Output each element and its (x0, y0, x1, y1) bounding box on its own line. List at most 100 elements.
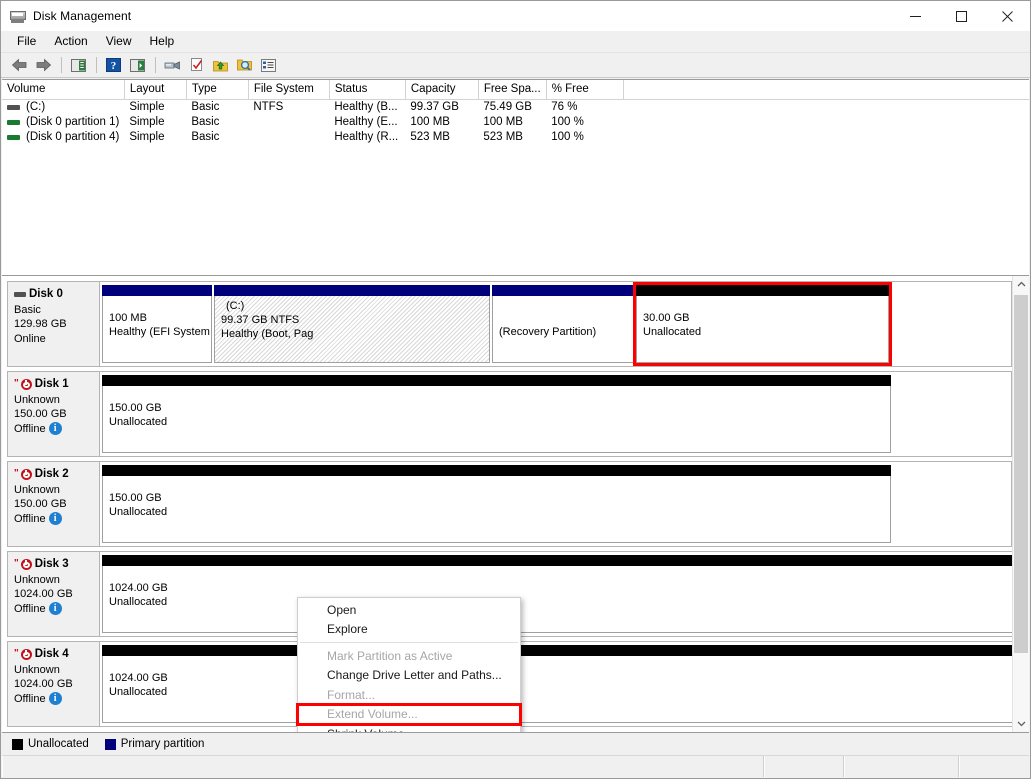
menu-file[interactable]: File (9, 32, 44, 51)
minimize-button[interactable] (892, 1, 938, 31)
partition-efi-system[interactable]: 100 MB Healthy (EFI System l (102, 285, 212, 363)
column-header-file-system[interactable]: File System (248, 80, 330, 100)
scrollbar-thumb[interactable] (1014, 295, 1028, 653)
cell-status: Healthy (R... (334, 131, 399, 143)
maximize-button[interactable] (938, 1, 984, 31)
disk-row-disk0[interactable]: Disk 0 Basic 129.98 GB Online 100 MB Hea… (7, 281, 1012, 367)
disk-title-disk0: Disk 0 (14, 287, 95, 302)
table-row[interactable]: (Disk 0 partition 1) Simple Basic Health… (2, 115, 1029, 130)
column-header-volume[interactable]: Volume (2, 80, 125, 100)
partition-unallocated-disk1[interactable]: 150.00 GB Unallocated (102, 375, 891, 453)
disk-row-disk2[interactable]: " Disk 2 Unknown 150.00 GB Offline i 150… (7, 461, 1012, 547)
disk-error-icon (20, 468, 32, 480)
volume-bar-icon (7, 104, 20, 110)
disk-row-disk1[interactable]: " Disk 1 Unknown 150.00 GB Offline i 150… (7, 371, 1012, 457)
legend-label-unallocated: Unallocated (28, 738, 89, 750)
rescan-disks-icon[interactable] (209, 55, 232, 76)
disk-info-disk4[interactable]: " Disk 4 Unknown 1024.00 GB Offline i (8, 642, 100, 726)
disk-management-window: Disk Management File Action View Help ? … (0, 0, 1031, 779)
ctx-explore[interactable]: Explore (298, 620, 520, 640)
partition-unallocated-disk3[interactable]: 1024.00 GB Unallocated (102, 555, 1012, 633)
disk-info-disk1[interactable]: " Disk 1 Unknown 150.00 GB Offline i (8, 372, 100, 456)
column-header-layout[interactable]: Layout (124, 80, 187, 100)
partition-recovery[interactable]: (Recovery Partition) (492, 285, 634, 363)
status-bar (2, 755, 1029, 777)
partition-unallocated-30gb[interactable]: 30.00 GB Unallocated (633, 282, 892, 366)
disk-name: Disk 0 (29, 288, 63, 300)
cell-free-space: 523 MB (483, 131, 523, 143)
back-icon[interactable] (8, 55, 31, 76)
show-hide-console-tree-icon[interactable] (67, 55, 90, 76)
menu-help[interactable]: Help (142, 32, 183, 51)
info-icon[interactable]: i (48, 512, 62, 526)
disk-warning-tick-icon: " (14, 378, 19, 389)
partition-context-menu: Open Explore Mark Partition as Active Ch… (296, 597, 522, 732)
partition-line2: Healthy (EFI System l (109, 326, 212, 338)
table-row[interactable]: (Disk 0 partition 4) Simple Basic Health… (2, 130, 1029, 145)
partition-color-bar (636, 285, 889, 296)
status-pane-2 (764, 756, 844, 777)
partition-line1: 150.00 GB (109, 492, 162, 504)
cell-filler (623, 100, 1029, 115)
disk-size: 129.98 GB (14, 318, 67, 330)
partition-color-bar (102, 375, 891, 386)
ctx-shrink-volume[interactable]: Shrink Volume... (298, 724, 520, 732)
column-header-filler (623, 80, 1029, 100)
status-pane-3 (844, 756, 959, 777)
info-icon[interactable]: i (48, 602, 62, 616)
volume-bar-icon (7, 119, 20, 125)
disk-partitions-disk2: 150.00 GB Unallocated (100, 462, 1011, 546)
partition-color-bar (214, 285, 490, 296)
disk-info-disk3[interactable]: " Disk 3 Unknown 1024.00 GB Offline i (8, 552, 100, 636)
column-header-percent-free[interactable]: % Free (546, 80, 624, 100)
toolbar-separator-3 (155, 57, 156, 73)
close-button[interactable] (984, 1, 1030, 31)
cell-percent-free: 76 % (551, 101, 578, 114)
info-icon[interactable]: i (48, 422, 62, 436)
disk-state: Online (14, 332, 46, 345)
disk-size: 1024.00 GB (14, 588, 73, 600)
partition-color-bar (102, 465, 891, 476)
cell-status: Healthy (B... (334, 101, 398, 114)
search-icon[interactable] (233, 55, 256, 76)
menu-action[interactable]: Action (46, 32, 95, 51)
help-icon[interactable]: ? (102, 55, 125, 76)
column-header-free-space[interactable]: Free Spa... (478, 80, 547, 100)
disk-warning-tick-icon: " (14, 558, 19, 569)
cell-percent-free: 100 % (551, 131, 584, 143)
partition-line1: (C:) (226, 300, 245, 312)
disk-info-disk0[interactable]: Disk 0 Basic 129.98 GB Online (8, 282, 100, 366)
disk-state-line: Online (14, 332, 95, 347)
disk-info-disk2[interactable]: " Disk 2 Unknown 150.00 GB Offline i (8, 462, 100, 546)
title-bar: Disk Management (1, 1, 1030, 31)
scroll-up-arrow-icon[interactable] (1013, 276, 1029, 293)
forward-icon[interactable] (32, 55, 55, 76)
column-header-status[interactable]: Status (329, 80, 406, 100)
disk-graphical-pane: Disk 0 Basic 129.98 GB Online 100 MB Hea… (2, 276, 1029, 733)
refresh-icon[interactable] (185, 55, 208, 76)
disk-error-icon (20, 378, 32, 390)
volume-list-pane[interactable]: Volume Layout Type File System Status Ca… (2, 79, 1029, 276)
scroll-down-arrow-icon[interactable] (1013, 715, 1029, 732)
partition-unallocated-disk2[interactable]: 150.00 GB Unallocated (102, 465, 891, 543)
vertical-scrollbar[interactable] (1012, 276, 1029, 732)
ctx-change-drive-letter[interactable]: Change Drive Letter and Paths... (298, 666, 520, 686)
partition-body: 1024.00 GB Unallocated (102, 656, 1012, 723)
menu-view[interactable]: View (98, 32, 140, 51)
scrollbar-track[interactable] (1013, 293, 1029, 715)
ctx-open[interactable]: Open (298, 600, 520, 620)
partition-line1: 1024.00 GB (109, 672, 168, 684)
column-header-type[interactable]: Type (186, 80, 249, 100)
disk-warning-tick-icon: " (14, 468, 19, 479)
partition-line3: Healthy (Boot, Pag (221, 328, 314, 340)
show-hide-action-pane-icon[interactable] (126, 55, 149, 76)
properties-icon[interactable] (161, 55, 184, 76)
partition-unallocated-disk4[interactable]: 1024.00 GB Unallocated (102, 645, 1012, 723)
list-view-icon[interactable] (257, 55, 280, 76)
column-header-capacity[interactable]: Capacity (405, 80, 479, 100)
partition-line2: Unallocated (109, 416, 168, 428)
info-icon[interactable]: i (48, 692, 62, 706)
table-row[interactable]: (C:) Simple Basic NTFS Healthy (B... 99.… (2, 100, 1029, 115)
partition-c-drive[interactable]: (C:) 99.37 GB NTFS Healthy (Boot, Pag (214, 285, 490, 363)
disk-partitions-disk4: 1024.00 GB Unallocated (100, 642, 1012, 726)
